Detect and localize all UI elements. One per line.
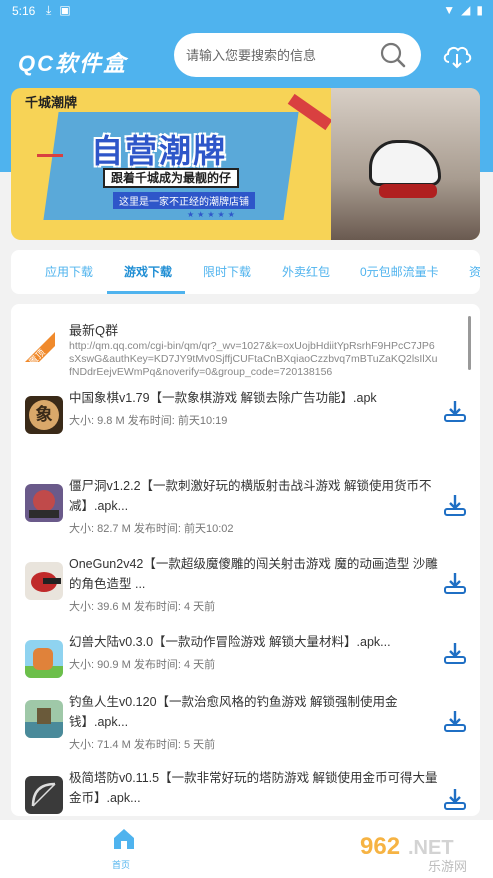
list-item[interactable]: 钓鱼人生v0.120【一款治愈风格的钓鱼游戏 解锁强制使用金钱】.apk... … (11, 692, 466, 768)
bottom-nav: 首页 962 .NET 乐游网 (0, 820, 493, 878)
tab-limited-download[interactable]: 限时下载 (203, 250, 251, 294)
download-icon[interactable] (442, 786, 468, 812)
nav-home-label[interactable]: 首页 (112, 858, 130, 871)
search-icon[interactable] (379, 41, 407, 69)
download-icon[interactable] (442, 492, 468, 518)
search-input[interactable] (186, 44, 376, 66)
wifi-icon: ▼ (443, 3, 456, 17)
banner-brand: 千城潮牌 (25, 95, 78, 110)
download-status-icon: ⤓ (46, 3, 52, 17)
item-meta: 大小: 82.7 M 发布时间: 前天10:02 (69, 523, 234, 535)
list-item[interactable]: 象 中国象棋v1.79【一款象棋游戏 解锁去除广告功能】.apk 大小: 9.8… (11, 388, 466, 464)
banner-photo (331, 88, 480, 240)
site-watermark-logo: 962 .NET 乐游网 (360, 833, 467, 874)
signal-icon: ◢ (461, 3, 471, 17)
download-icon[interactable] (442, 708, 468, 734)
category-tabs: 应用下载 游戏下载 限时下载 外卖红包 0元包邮流量卡 资 (11, 250, 480, 294)
item-meta: 大小: 71.4 M 发布时间: 5 天前 (69, 739, 216, 751)
chess-icon: 象 (25, 396, 63, 434)
banner-title: 自营潮牌 (91, 133, 228, 169)
notice-link[interactable]: http://qm.qq.com/cgi-bin/qm/qr?_wv=1027&… (69, 340, 439, 379)
search-bar[interactable] (174, 33, 421, 77)
item-title: OneGun2v42【一款超级魔傻雕的闯关射击游戏 魔的动画造型 沙雕的角色造型… (69, 557, 438, 591)
list-item[interactable]: OneGun2v42【一款超级魔傻雕的闯关射击游戏 魔的动画造型 沙雕的角色造型… (11, 554, 466, 630)
sneaker-sole (379, 184, 437, 198)
active-tab-indicator (107, 291, 185, 294)
beast-icon (25, 640, 63, 678)
cloud-download-icon[interactable] (441, 40, 473, 72)
promo-banner[interactable]: 千城潮牌 自营潮牌 跟着千城成为最靓的仔 这里是一家不正经的潮牌店铺 ★★★★★ (11, 88, 480, 240)
item-meta: 大小: 90.9 M 发布时间: 4 天前 (69, 659, 216, 671)
zombie-icon (25, 484, 63, 522)
fishing-icon (25, 700, 63, 738)
status-time: 5:16 (12, 4, 36, 18)
list-item[interactable]: 僵尸洞v1.2.2【一款刺激好玩的横版射击战斗游戏 解锁使用货币不减】.apk.… (11, 476, 466, 552)
tab-takeout-coupon[interactable]: 外卖红包 (282, 250, 330, 294)
gun-icon (25, 562, 63, 600)
app-logo: QC软件盒 (18, 51, 128, 76)
notification-status-icon: ▣ (59, 3, 71, 17)
list-item[interactable]: 极简塔防v0.11.5【一款非常好玩的塔防游戏 解锁使用金币可得大量金币】.ap… (11, 768, 466, 816)
download-list: 置顶 最新Q群 http://qm.qq.com/cgi-bin/qm/qr?_… (11, 304, 480, 816)
home-icon[interactable] (111, 826, 137, 852)
item-meta: 大小: 39.6 M 发布时间: 4 天前 (69, 601, 216, 613)
svg-text:乐游网: 乐游网 (428, 860, 467, 874)
banner-stars: ★★★★★ (187, 210, 238, 219)
svg-text:962: 962 (360, 833, 400, 860)
download-icon[interactable] (442, 398, 468, 424)
item-title: 中国象棋v1.79【一款象棋游戏 解锁去除广告功能】.apk (69, 391, 377, 405)
item-title: 幻兽大陆v0.3.0【一款动作冒险游戏 解锁大量材料】.apk... (69, 635, 391, 649)
download-icon[interactable] (442, 640, 468, 666)
pinned-notice[interactable]: 置顶 最新Q群 http://qm.qq.com/cgi-bin/qm/qr?_… (11, 304, 461, 396)
svg-text:.NET: .NET (408, 837, 454, 859)
tab-free-sim-card[interactable]: 0元包邮流量卡 (360, 250, 439, 294)
notice-title: 最新Q群 (69, 323, 119, 338)
item-title: 僵尸洞v1.2.2【一款刺激好玩的横版射击战斗游戏 解锁使用货币不减】.apk.… (69, 479, 432, 513)
banner-slogan: 跟着千城成为最靓的仔 (103, 168, 240, 188)
bow-icon (25, 776, 63, 814)
tab-game-download[interactable]: 游戏下载 (124, 250, 172, 294)
scrollbar[interactable] (468, 316, 471, 370)
banner-decoration (37, 154, 63, 164)
battery-icon: ▮ (476, 3, 483, 17)
status-bar: 5:16 ⤓ ▣ ▼ ◢ ▮ (0, 0, 493, 22)
item-title: 钓鱼人生v0.120【一款治愈风格的钓鱼游戏 解锁强制使用金钱】.apk... (69, 695, 398, 729)
sneaker-image (369, 140, 441, 186)
tab-resources[interactable]: 资 (469, 250, 480, 294)
download-icon[interactable] (442, 570, 468, 596)
item-title: 极简塔防v0.11.5【一款非常好玩的塔防游戏 解锁使用金币可得大量金币】.ap… (69, 771, 438, 805)
banner-subtitle: 这里是一家不正经的潮牌店铺 (113, 192, 255, 209)
tab-app-download[interactable]: 应用下载 (45, 250, 93, 294)
item-meta: 大小: 9.8 M 发布时间: 前天10:19 (69, 415, 228, 427)
